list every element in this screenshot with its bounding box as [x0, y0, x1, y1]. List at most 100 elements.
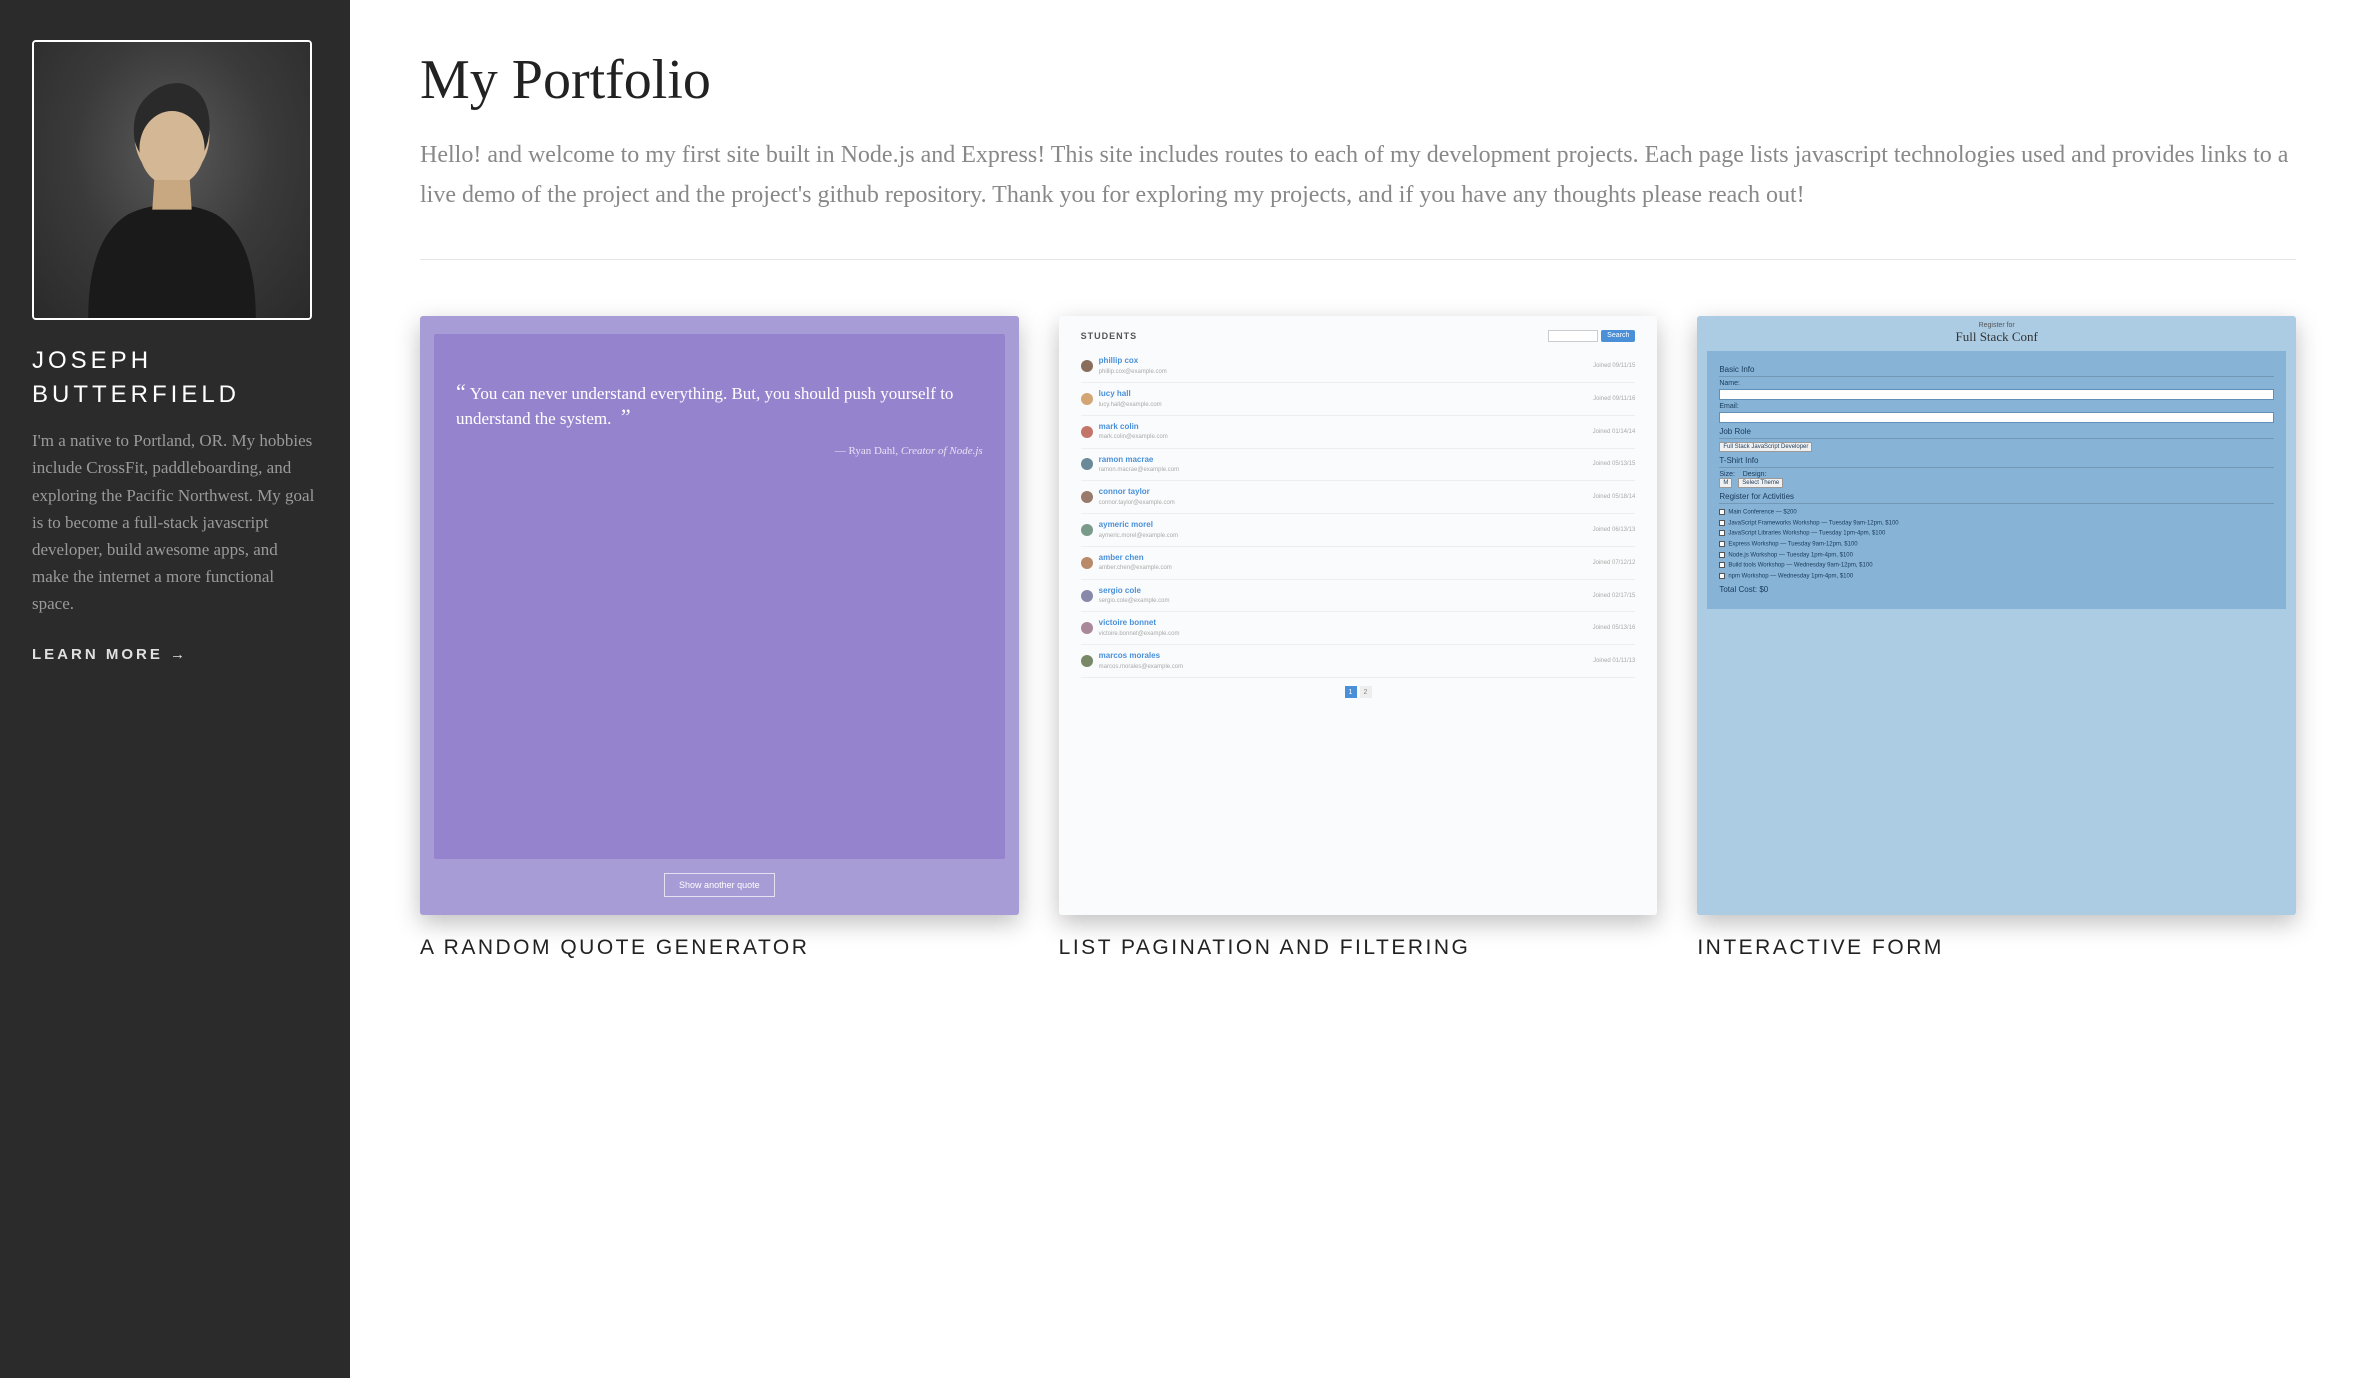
search-input	[1548, 330, 1598, 342]
pagination: 1 2	[1081, 686, 1636, 698]
student-name: aymeric morel	[1099, 520, 1153, 529]
student-date: Joined 05/13/16	[1593, 625, 1636, 631]
student-avatar	[1081, 622, 1093, 634]
main-content: My Portfolio Hello! and welcome to my fi…	[350, 0, 2366, 1378]
avatar	[34, 42, 310, 318]
design-select: Select Theme	[1738, 478, 1783, 488]
student-date: Joined 07/12/12	[1593, 560, 1636, 566]
project-card-quote[interactable]: “ You can never understand everything. B…	[420, 316, 1019, 963]
student-row: victoire bonnet victoire.bonnet@example.c…	[1081, 612, 1636, 645]
student-name: phillip cox	[1099, 356, 1139, 365]
student-email: lucy.hall@example.com	[1099, 402, 1162, 408]
checkbox-icon	[1719, 541, 1725, 547]
student-name: connor taylor	[1099, 487, 1150, 496]
student-date: Joined 09/11/16	[1593, 396, 1635, 402]
student-avatar	[1081, 557, 1093, 569]
student-date: Joined 01/14/14	[1593, 429, 1636, 435]
student-email: ramon.macrae@example.com	[1099, 467, 1179, 473]
student-date: Joined 05/13/15	[1593, 461, 1636, 467]
size-select: M	[1719, 478, 1732, 488]
person-silhouette-icon	[34, 42, 310, 318]
form-section-tshirt: T-Shirt Info	[1719, 456, 2274, 468]
activity-item: JavaScript Libraries Workshop — Tuesday …	[1719, 528, 2274, 539]
student-email: connor.taylor@example.com	[1099, 500, 1175, 506]
form-section-activities: Register for Activities	[1719, 492, 2274, 504]
student-name: sergio cole	[1099, 586, 1141, 595]
checkbox-icon	[1719, 530, 1725, 536]
student-avatar	[1081, 655, 1093, 667]
sidebar: JOSEPH BUTTERFIELD I'm a native to Portl…	[0, 0, 350, 1378]
show-another-quote-button: Show another quote	[664, 873, 775, 897]
total-cost: Total Cost: $0	[1719, 585, 2274, 596]
activity-item: JavaScript Frameworks Workshop — Tuesday…	[1719, 518, 2274, 529]
project-card-form[interactable]: Register for Full Stack Conf Basic Info …	[1697, 316, 2296, 963]
student-email: marcos.morales@example.com	[1099, 664, 1183, 670]
student-name: marcos morales	[1099, 651, 1160, 660]
email-input	[1719, 412, 2274, 423]
student-date: Joined 05/18/14	[1593, 494, 1636, 500]
student-avatar	[1081, 360, 1093, 372]
checkbox-icon	[1719, 509, 1725, 515]
quote-text: You can never understand everything. But…	[456, 384, 953, 428]
activity-item: Build tools Workshop — Wednesday 9am-12p…	[1719, 560, 2274, 571]
owner-name: JOSEPH BUTTERFIELD	[32, 344, 318, 411]
page-title: My Portfolio	[420, 48, 2296, 112]
checkbox-icon	[1719, 552, 1725, 558]
student-row: sergio colesergio.cole@example.com Joine…	[1081, 580, 1636, 613]
avatar-frame	[32, 40, 312, 320]
project-thumbnail: Register for Full Stack Conf Basic Info …	[1697, 316, 2296, 915]
project-thumbnail: “ You can never understand everything. B…	[420, 316, 1019, 915]
name-label: Name:	[1719, 380, 2274, 387]
students-search: Search	[1548, 330, 1635, 342]
project-card-pagination[interactable]: STUDENTS Search phillip coxphillip.cox@e…	[1059, 316, 1658, 963]
student-date: Joined 06/13/13	[1593, 527, 1636, 533]
student-name: ramon macrae	[1099, 455, 1154, 464]
student-email: phillip.cox@example.com	[1099, 369, 1167, 375]
student-avatar	[1081, 458, 1093, 470]
job-role-select: Full Stack JavaScript Developer	[1719, 442, 1812, 452]
activities-list: Main Conference — $200JavaScript Framewo…	[1719, 507, 2274, 581]
student-avatar	[1081, 590, 1093, 602]
student-row: marcos morales marcos.morales@example.com…	[1081, 645, 1636, 678]
project-thumbnail: STUDENTS Search phillip coxphillip.cox@e…	[1059, 316, 1658, 915]
student-email: sergio.cole@example.com	[1099, 598, 1170, 604]
student-row: lucy halllucy.hall@example.com Joined 09…	[1081, 383, 1636, 416]
student-email: victoire.bonnet@example.com	[1099, 631, 1180, 637]
student-name: victoire bonnet	[1099, 618, 1156, 627]
name-input	[1719, 389, 2274, 400]
students-list: phillip cox phillip.cox@example.com Joine…	[1081, 350, 1636, 678]
student-row: mark colinmark.colin@example.com Joined …	[1081, 416, 1636, 449]
checkbox-icon	[1719, 520, 1725, 526]
form-body: Basic Info Name: Email: Job Role Full St…	[1707, 351, 2286, 609]
student-row: aymeric morel aymeric.morel@example.com J…	[1081, 514, 1636, 547]
checkbox-icon	[1719, 573, 1725, 579]
close-quote-icon: ”	[615, 404, 630, 429]
learn-more-link[interactable]: LEARN MORE →	[32, 646, 188, 663]
open-quote-icon: “	[456, 379, 466, 404]
student-avatar	[1081, 524, 1093, 536]
email-label: Email:	[1719, 403, 2274, 410]
student-email: aymeric.morel@example.com	[1099, 533, 1178, 539]
activity-item: Main Conference — $200	[1719, 507, 2274, 518]
student-avatar	[1081, 426, 1093, 438]
form-title: Full Stack Conf	[1707, 329, 2286, 345]
page-number: 2	[1360, 686, 1372, 698]
student-row: phillip cox phillip.cox@example.com Joine…	[1081, 350, 1636, 383]
search-button: Search	[1601, 330, 1635, 342]
student-row: ramon macrae ramon.macrae@example.com Joi…	[1081, 449, 1636, 482]
student-avatar	[1081, 491, 1093, 503]
project-title: INTERACTIVE FORM	[1697, 933, 2296, 963]
project-title: LIST PAGINATION AND FILTERING	[1059, 933, 1658, 963]
activity-item: npm Workshop — Wednesday 1pm-4pm, $100	[1719, 571, 2274, 582]
form-section-basic: Basic Info	[1719, 365, 2274, 377]
student-avatar	[1081, 393, 1093, 405]
page-number: 1	[1345, 686, 1357, 698]
student-row: connor taylor connor.taylor@example.com J…	[1081, 481, 1636, 514]
projects-grid: “ You can never understand everything. B…	[420, 316, 2296, 963]
project-title: A RANDOM QUOTE GENERATOR	[420, 933, 1019, 963]
divider	[420, 259, 2296, 260]
student-name: amber chen	[1099, 553, 1144, 562]
quote-card: “ You can never understand everything. B…	[434, 334, 1005, 859]
student-date: Joined 09/11/15	[1593, 363, 1635, 369]
form-pretitle: Register for	[1707, 322, 2286, 329]
